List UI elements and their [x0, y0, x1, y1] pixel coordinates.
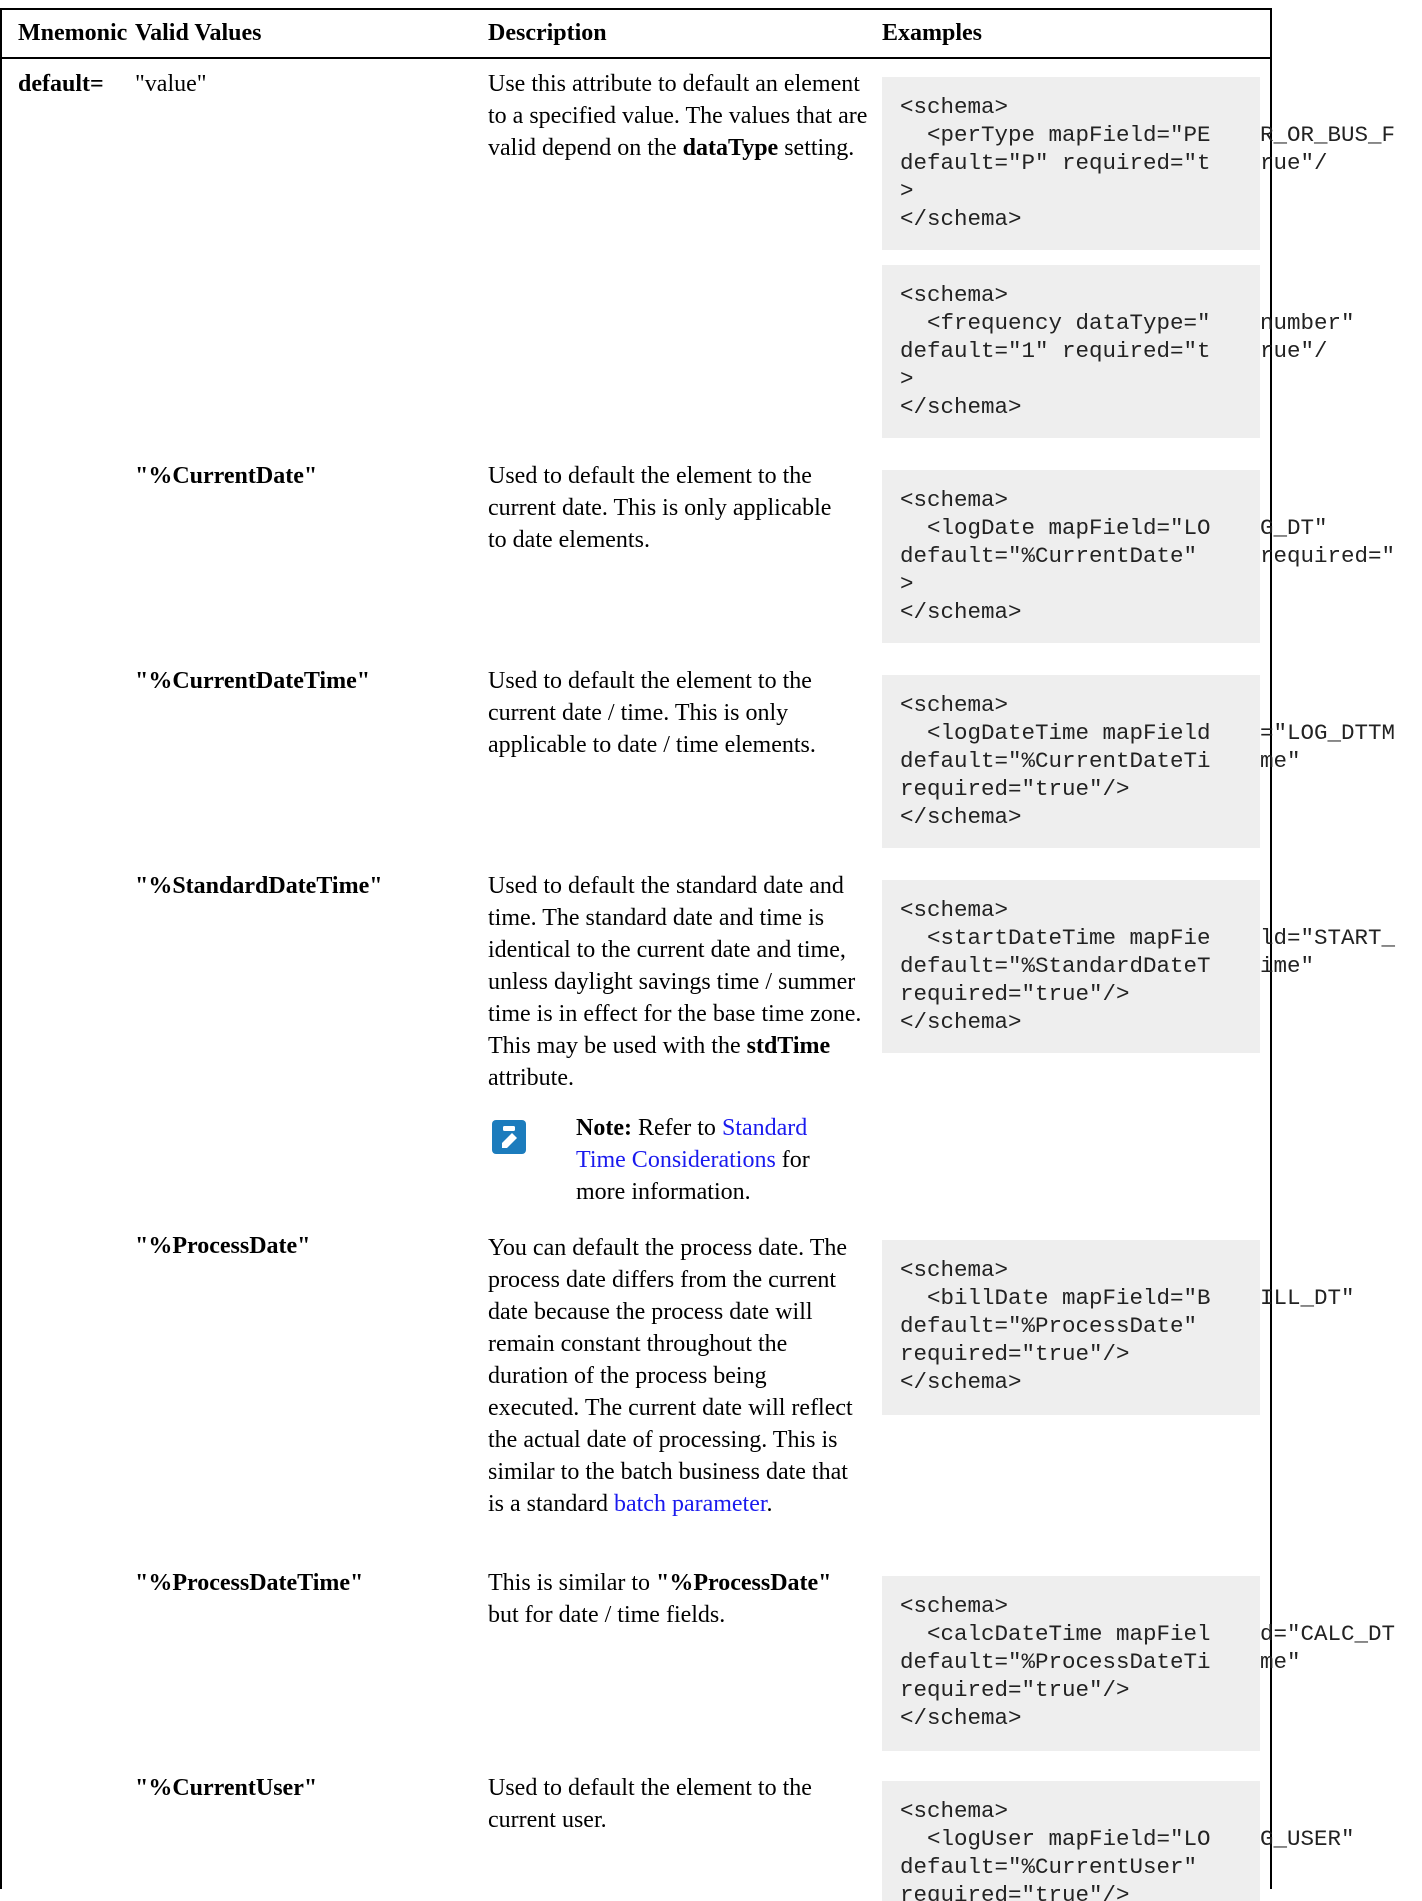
code-overflow-text: R_OR_BUS_F: [1260, 122, 1396, 148]
code-overflow-text: required=": [1260, 543, 1396, 569]
code-example: <schema> <billDate mapField="B default="…: [882, 1240, 1260, 1415]
description-text: setting.: [778, 135, 855, 161]
description-text: attribute.: [488, 1065, 574, 1091]
table-right-border: [1270, 8, 1272, 1889]
process-date-term: "%ProcessDate": [656, 1570, 832, 1596]
code-overflow-text: ILL_DT": [1260, 1285, 1355, 1311]
valid-value-cell: "%ProcessDateTime": [135, 1570, 364, 1596]
code-example: <schema> <logDate mapField="LO default="…: [882, 470, 1260, 643]
document-page: Mnemonic Valid Values Description Exampl…: [0, 0, 1422, 1901]
description-cell: Used to default the element to the curre…: [488, 463, 832, 553]
code-example: <schema> <calcDateTime mapFiel default="…: [882, 1576, 1260, 1751]
code-overflow-text: me": [1260, 1649, 1301, 1675]
code-text: <schema> <startDateTime mapFie default="…: [900, 897, 1211, 1035]
table-top-border: [0, 8, 1271, 10]
valid-value-cell: "%ProcessDate": [135, 1233, 311, 1259]
description-text: This is similar to: [488, 1570, 656, 1596]
note-text: Refer to: [637, 1115, 722, 1141]
code-text: <schema> <frequency dataType=" default="…: [900, 282, 1211, 420]
description-cell: Use this attribute to default an element…: [488, 68, 868, 164]
code-text: <schema> <logUser mapField="LO default="…: [900, 1798, 1211, 1901]
code-overflow-text: number": [1260, 310, 1355, 336]
description-cell: Used to default the element to the curre…: [488, 1775, 812, 1833]
table-left-border: [0, 8, 2, 1889]
batch-parameter-link[interactable]: batch parameter: [614, 1491, 767, 1517]
code-overflow-text: ="LOG_DTTM: [1260, 720, 1396, 746]
description-cell: This is similar to "%ProcessDate" but fo…: [488, 1567, 848, 1631]
description-text: but for date / time fields.: [488, 1602, 726, 1628]
note-pencil-icon: [492, 1120, 526, 1154]
header-valid-values: Valid Values: [135, 20, 262, 46]
code-text: <schema> <billDate mapField="B default="…: [900, 1257, 1211, 1395]
code-overflow-text: ime": [1260, 953, 1315, 979]
code-example: <schema> <logDateTime mapField default="…: [882, 675, 1260, 848]
code-example: <schema> <logUser mapField="LO default="…: [882, 1781, 1260, 1901]
valid-value-cell: "%CurrentUser": [135, 1775, 318, 1801]
stdtime-term: stdTime: [746, 1033, 831, 1059]
note-label: Note:: [576, 1115, 632, 1141]
mnemonic-cell: default=: [18, 71, 104, 97]
valid-value-cell: "%CurrentDateTime": [135, 668, 371, 694]
description-cell: You can default the process date. The pr…: [488, 1232, 863, 1520]
code-overflow-text: d="CALC_DT: [1260, 1621, 1396, 1647]
code-text: <schema> <calcDateTime mapFiel default="…: [900, 1593, 1211, 1731]
datatype-term: dataType: [682, 135, 779, 161]
code-text: <schema> <perType mapField="PE default="…: [900, 94, 1211, 232]
description-text: Used to default the standard date and ti…: [488, 873, 862, 1059]
code-example: <schema> <perType mapField="PE default="…: [882, 77, 1260, 250]
header-examples: Examples: [882, 20, 983, 46]
note-block: Note: Refer to Standard Time Considerati…: [576, 1112, 846, 1208]
code-text: <schema> <logDateTime mapField default="…: [900, 692, 1211, 830]
code-overflow-text: ld="START_: [1260, 925, 1396, 951]
description-text: .: [766, 1491, 773, 1517]
code-example: <schema> <frequency dataType=" default="…: [882, 265, 1260, 438]
code-overflow-text: G_USER": [1260, 1826, 1355, 1852]
description-cell: Used to default the standard date and ti…: [488, 870, 873, 1094]
code-text: <schema> <logDate mapField="LO default="…: [900, 487, 1211, 625]
code-overflow-text: me": [1260, 748, 1301, 774]
description-text: You can default the process date. The pr…: [488, 1235, 853, 1517]
code-example: <schema> <startDateTime mapFie default="…: [882, 880, 1260, 1053]
valid-value-cell: "%CurrentDate": [135, 463, 318, 489]
description-cell: Used to default the element to the curre…: [488, 668, 816, 758]
valid-value-cell: "%StandardDateTime": [135, 873, 383, 899]
valid-value-cell: "value": [135, 71, 207, 97]
header-description: Description: [488, 20, 607, 46]
header-bottom-border: [0, 57, 1271, 59]
header-mnemonic: Mnemonic: [18, 20, 128, 46]
